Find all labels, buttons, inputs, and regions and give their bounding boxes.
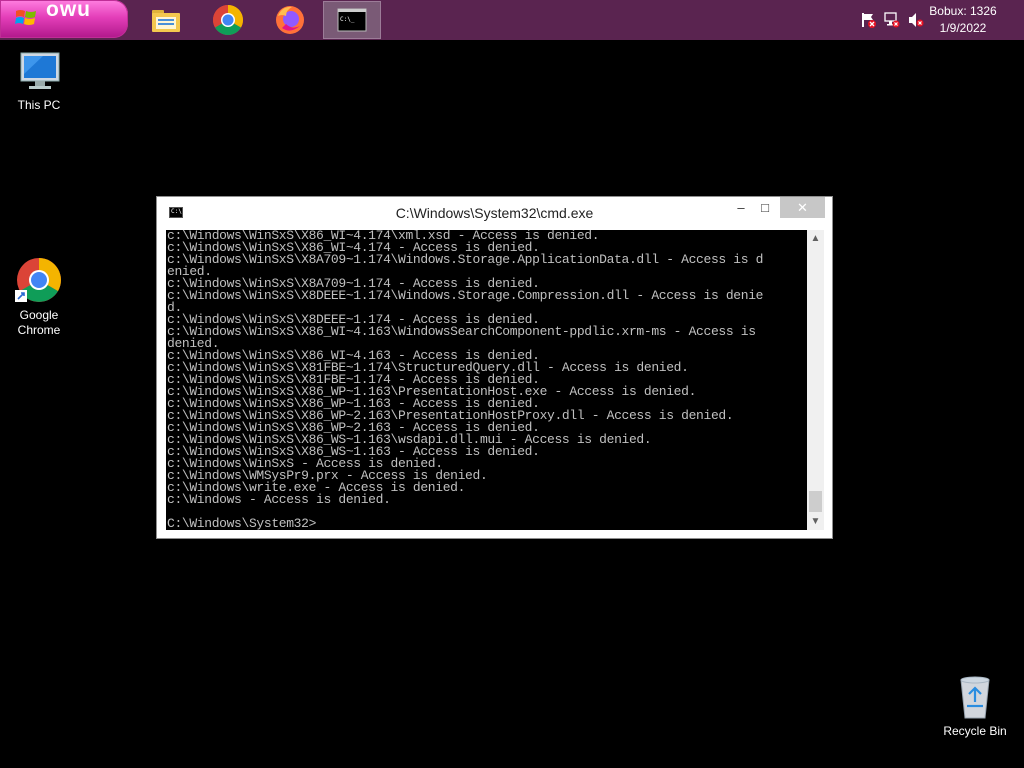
start-button[interactable]: owu [0,0,128,38]
taskbar: owu C:\_ Bobux: 1326 1/9/2022 [0,0,1024,40]
window-titlebar[interactable]: C:\ C:\Windows\System32\cmd.exe – □ ✕ [157,197,832,227]
console-text: c:\Windows\WinSxS\X86_WI~4.174\xml.xsd -… [167,230,764,530]
desktop-icon-label: This PC [17,98,61,112]
scroll-up-arrow-icon[interactable]: ▲ [807,230,824,247]
this-pc-icon [20,52,60,89]
taskbar-file-explorer[interactable] [138,1,194,39]
action-center-flag-icon[interactable] [860,12,876,28]
desktop-icon-recycle-bin[interactable]: Recycle Bin [937,672,1013,739]
vertical-scrollbar[interactable]: ▲ ▼ [807,230,824,530]
taskbar-clock[interactable]: Bobux: 1326 1/9/2022 [918,3,1008,37]
recycle-bin-icon [960,676,990,719]
chrome-icon [15,258,61,302]
taskbar-cmd[interactable]: C:\_ [323,1,381,39]
scroll-down-arrow-icon[interactable]: ▼ [807,513,824,530]
close-button[interactable]: ✕ [780,197,825,218]
cmd-icon: C:\_ [337,8,367,32]
taskbar-firefox[interactable] [262,1,318,39]
start-label: owu [46,0,91,21]
clock-line-2: 1/9/2022 [939,21,987,35]
desktop-icon-this-pc[interactable]: This PC [1,50,77,113]
scrollbar-thumb[interactable] [809,491,822,512]
taskbar-chrome[interactable] [200,1,256,39]
network-icon[interactable] [884,12,900,28]
folder-icon [152,10,180,32]
firefox-icon [276,6,304,34]
desktop-icon-label: Recycle Bin [943,724,1007,738]
svg-text:C:\_: C:\_ [340,16,355,23]
desktop-icon-label: Google Chrome [17,308,61,337]
console-output[interactable]: c:\Windows\WinSxS\X86_WI~4.174\xml.xsd -… [166,230,807,530]
chrome-icon [212,4,244,36]
clock-line-1: Bobux: 1326 [929,4,997,18]
windows-logo-icon [15,10,36,25]
desktop-icon-google-chrome[interactable]: Google Chrome [1,256,77,338]
cmd-window[interactable]: C:\ C:\Windows\System32\cmd.exe – □ ✕ c:… [156,196,833,539]
